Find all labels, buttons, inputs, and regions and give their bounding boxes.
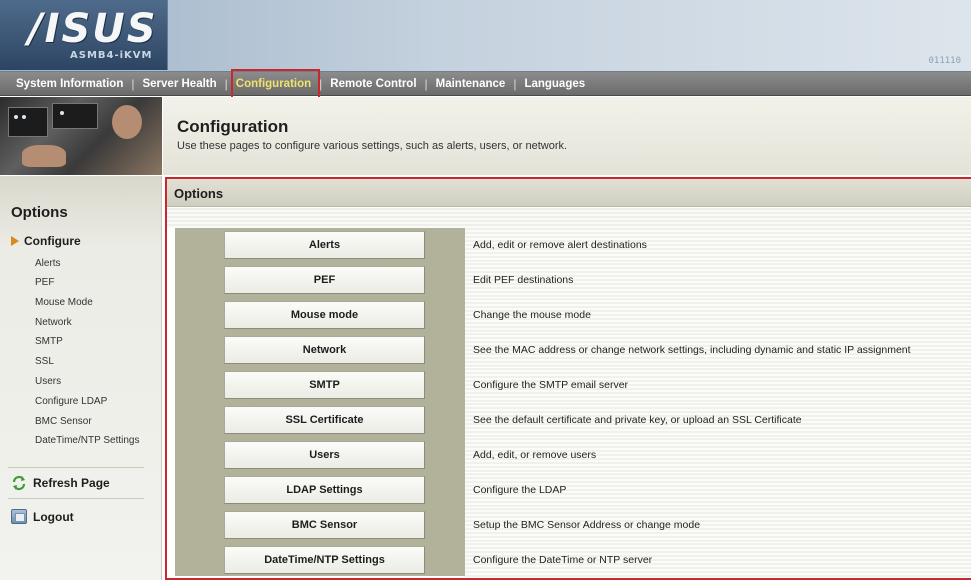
- sidebar-link-alerts[interactable]: Alerts: [35, 258, 61, 269]
- sidebar-link-configure-ldap[interactable]: Configure LDAP: [35, 396, 107, 407]
- photo-rack: [8, 107, 48, 137]
- options-row: Alerts Add, edit or remove alert destina…: [175, 228, 971, 263]
- nav-server-health[interactable]: Server Health: [134, 72, 224, 96]
- option-description-cell: Change the mouse mode: [465, 298, 971, 333]
- options-row: PEF Edit PEF destinations: [175, 263, 971, 298]
- option-description: Configure the LDAP: [473, 484, 567, 496]
- page-subtitle: Use these pages to configure various set…: [177, 140, 568, 152]
- option-description-cell: Edit PEF destinations: [465, 263, 971, 298]
- option-description: Add, edit, or remove users: [473, 449, 597, 461]
- options-row: DateTime/NTP Settings Configure the Date…: [175, 543, 971, 578]
- logout-label: Logout: [33, 509, 74, 524]
- options-row: Mouse mode Change the mouse mode: [175, 298, 971, 333]
- header-photo: [0, 97, 162, 175]
- nav-remote-control[interactable]: Remote Control: [322, 72, 424, 96]
- option-description-cell: Setup the BMC Sensor Address or change m…: [465, 508, 971, 543]
- sidebar-title: Options: [11, 204, 68, 221]
- sidebar-link-mouse-mode[interactable]: Mouse Mode: [35, 297, 93, 308]
- photo-person: [112, 105, 142, 139]
- options-row: LDAP Settings Configure the LDAP: [175, 473, 971, 508]
- option-description: Change the mouse mode: [473, 309, 591, 321]
- sidebar-link-pef[interactable]: PEF: [35, 277, 54, 288]
- photo-hand: [22, 145, 66, 167]
- sidebar: Options Configure Alerts PEF Mouse Mode …: [0, 176, 162, 580]
- sidebar-link-ssl[interactable]: SSL: [35, 356, 54, 367]
- option-description-cell: Configure the DateTime or NTP server: [465, 543, 971, 578]
- sidebar-link-network[interactable]: Network: [35, 317, 72, 328]
- options-header-label: Options: [174, 186, 224, 201]
- ssl-certificate-button[interactable]: SSL Certificate: [224, 406, 425, 434]
- refresh-page-button[interactable]: Refresh Page: [11, 475, 110, 491]
- sidebar-link-users[interactable]: Users: [35, 376, 61, 387]
- asus-logo: /ISUS ASMB4-iKVM: [0, 0, 168, 70]
- option-description-cell: See the MAC address or change network se…: [465, 333, 971, 368]
- option-description-cell: Add, edit or remove alert destinations: [465, 228, 971, 263]
- mouse-mode-button[interactable]: Mouse mode: [224, 301, 425, 329]
- datetime-ntp-button[interactable]: DateTime/NTP Settings: [224, 546, 425, 574]
- sidebar-divider: [8, 498, 144, 499]
- logout-icon: [11, 509, 27, 524]
- options-row: Users Add, edit, or remove users: [175, 438, 971, 473]
- options-spacer: [167, 208, 971, 228]
- network-button[interactable]: Network: [224, 336, 425, 364]
- sidebar-link-smtp[interactable]: SMTP: [35, 336, 63, 347]
- photo-light: [60, 111, 64, 115]
- sidebar-link-bmc-sensor[interactable]: BMC Sensor: [35, 416, 92, 427]
- option-description: Configure the DateTime or NTP server: [473, 554, 653, 566]
- option-description: See the MAC address or change network se…: [473, 344, 911, 356]
- refresh-page-label: Refresh Page: [33, 476, 110, 490]
- model-label: ASMB4-iKVM: [70, 50, 153, 61]
- option-description-cell: See the default certificate and private …: [465, 403, 971, 438]
- sidebar-item-configure[interactable]: Configure: [11, 234, 81, 248]
- option-description: Configure the SMTP email server: [473, 379, 629, 391]
- option-description: Add, edit or remove alert destinations: [473, 239, 647, 251]
- nav-system-information[interactable]: System Information: [8, 72, 131, 96]
- page-title: Configuration: [177, 117, 289, 136]
- header-banner: /ISUS ASMB4-iKVM 011110: [0, 0, 971, 72]
- sidebar-link-datetime-ntp[interactable]: DateTime/NTP Settings: [35, 435, 139, 446]
- option-description-cell: Configure the SMTP email server: [465, 368, 971, 403]
- banner-decoration: 011110: [928, 56, 961, 66]
- logo-wordmark: /ISUS: [28, 6, 158, 52]
- photo-rack: [52, 103, 98, 129]
- options-row: Network See the MAC address or change ne…: [175, 333, 971, 368]
- alerts-button[interactable]: Alerts: [224, 231, 425, 259]
- option-description: Setup the BMC Sensor Address or change m…: [473, 519, 701, 531]
- option-description: See the default certificate and private …: [473, 414, 802, 426]
- top-navigation: System Information | Server Health | Con…: [0, 72, 971, 96]
- nav-maintenance[interactable]: Maintenance: [428, 72, 514, 96]
- options-row: SSL Certificate See the default certific…: [175, 403, 971, 438]
- logout-button[interactable]: Logout: [11, 509, 74, 524]
- options-row: SMTP Configure the SMTP email server: [175, 368, 971, 403]
- option-description-cell: Add, edit, or remove users: [465, 438, 971, 473]
- page-header: Configuration Use these pages to configu…: [163, 97, 971, 175]
- sidebar-configure-label: Configure: [24, 234, 81, 248]
- option-description: Edit PEF destinations: [473, 274, 574, 286]
- nav-languages[interactable]: Languages: [516, 72, 593, 96]
- options-header: Options: [167, 179, 971, 207]
- pef-button[interactable]: PEF: [224, 266, 425, 294]
- options-panel: Options Alerts Add, edit or remove alert…: [165, 177, 971, 580]
- refresh-icon: [11, 475, 27, 491]
- photo-light: [14, 115, 18, 119]
- bmc-sensor-button[interactable]: BMC Sensor: [224, 511, 425, 539]
- photo-light: [22, 115, 26, 119]
- options-row: BMC Sensor Setup the BMC Sensor Address …: [175, 508, 971, 543]
- sidebar-divider: [8, 467, 144, 468]
- arrow-right-icon: [11, 236, 19, 246]
- smtp-button[interactable]: SMTP: [224, 371, 425, 399]
- option-description-cell: Configure the LDAP: [465, 473, 971, 508]
- users-button[interactable]: Users: [224, 441, 425, 469]
- options-table: Alerts Add, edit or remove alert destina…: [175, 228, 971, 578]
- ldap-settings-button[interactable]: LDAP Settings: [224, 476, 425, 504]
